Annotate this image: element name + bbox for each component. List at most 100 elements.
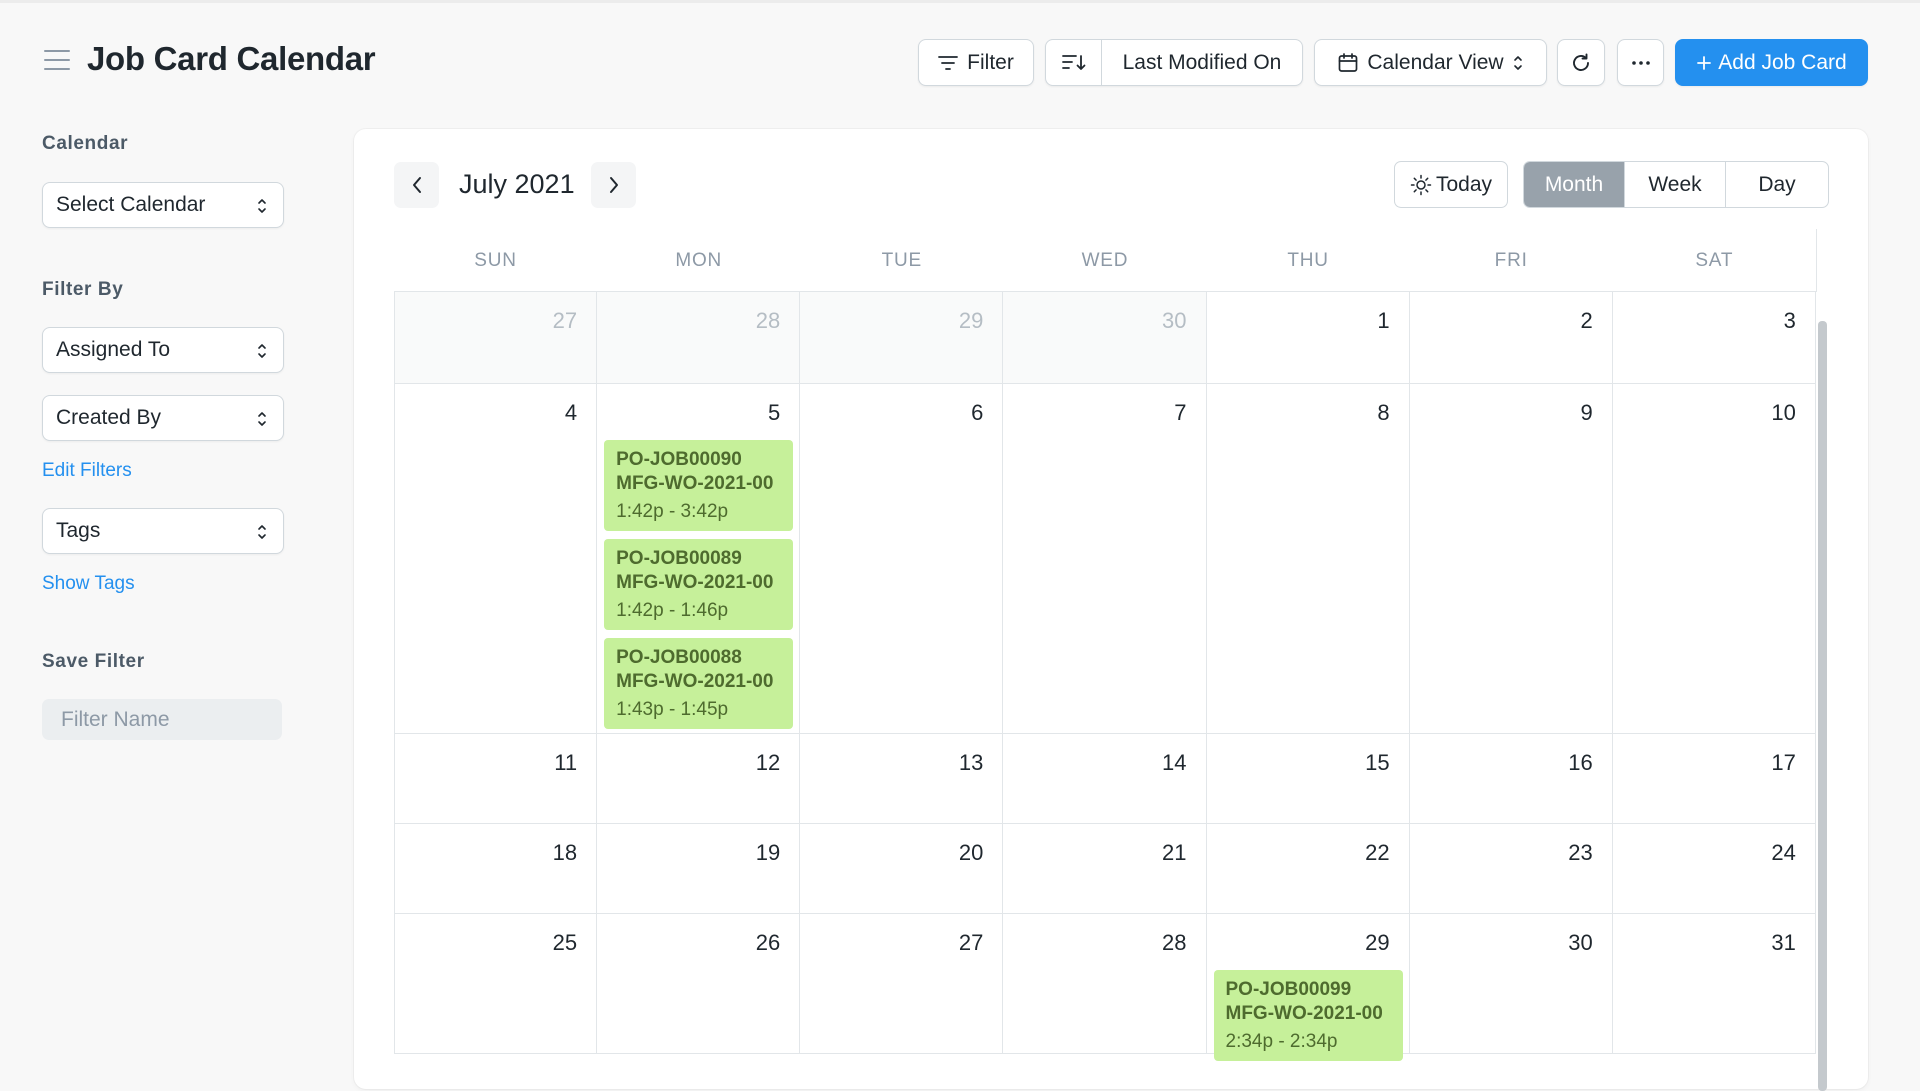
day-number: 30 bbox=[1568, 930, 1593, 955]
day-number: 9 bbox=[1580, 400, 1593, 425]
calendar-day-cell[interactable]: 24 bbox=[1613, 824, 1816, 913]
calendar-day-cell[interactable]: 28 bbox=[1003, 914, 1207, 1053]
calendar-day-cell[interactable]: 22 bbox=[1207, 824, 1410, 913]
sun-icon bbox=[1410, 174, 1432, 195]
refresh-button[interactable] bbox=[1557, 39, 1605, 86]
more-options-button[interactable] bbox=[1617, 39, 1664, 86]
calendar-day-cell[interactable]: 4 bbox=[394, 384, 598, 733]
event-title: PO-JOB00089 bbox=[616, 548, 742, 569]
day-number: 25 bbox=[552, 930, 578, 955]
job-card-event[interactable]: PO-JOB00088 MFG-WO-2021-00 1:43p - 1:45p bbox=[604, 638, 794, 729]
event-time: 1:43p - 1:45p bbox=[616, 699, 729, 720]
event-time: 2:34p - 2:34p bbox=[1225, 1031, 1338, 1052]
calendar-day-cell[interactable]: 11 bbox=[394, 734, 598, 823]
select-caret-icon bbox=[258, 344, 266, 358]
day-number: 10 bbox=[1771, 400, 1796, 425]
month-view-button[interactable]: Month bbox=[1524, 162, 1625, 207]
calendar-day-cell[interactable]: 26 bbox=[597, 914, 801, 1053]
select-caret-icon bbox=[258, 199, 266, 213]
day-number: 26 bbox=[755, 930, 781, 955]
event-subtitle: MFG-WO-2021-00 bbox=[616, 572, 774, 593]
sort-field-button[interactable]: Last Modified On bbox=[1102, 51, 1302, 75]
calendar-day-cell[interactable]: 10 bbox=[1613, 384, 1816, 733]
day-number: 21 bbox=[1162, 840, 1187, 865]
job-card-event[interactable]: PO-JOB00089 MFG-WO-2021-00 1:42p - 1:46p bbox=[604, 539, 794, 630]
calendar-day-cell[interactable]: 31 bbox=[1613, 914, 1816, 1053]
calendar-day-cell[interactable]: 25 bbox=[394, 914, 598, 1053]
calendar-day-cell[interactable]: 5 PO-JOB00090 MFG-WO-2021-00 1:42p - 3:42p P… bbox=[597, 384, 801, 733]
job-card-event[interactable]: PO-JOB00090 MFG-WO-2021-00 1:42p - 3:42p bbox=[604, 440, 794, 531]
created-by-filter[interactable]: Created By bbox=[42, 395, 284, 441]
add-job-card-button[interactable]: Add Job Card bbox=[1675, 39, 1868, 86]
filter-icon bbox=[938, 55, 959, 70]
calendar-day-cell[interactable]: 30 bbox=[1410, 914, 1613, 1053]
calendar-day-cell[interactable]: 7 bbox=[1003, 384, 1207, 733]
day-number: 2 bbox=[1580, 308, 1593, 333]
calendar-day-cell[interactable]: 13 bbox=[800, 734, 1004, 823]
page-header: Job Card Calendar Filter Last Modified O… bbox=[0, 28, 1920, 94]
calendar-day-cell[interactable]: 8 bbox=[1207, 384, 1410, 733]
day-number: 27 bbox=[552, 308, 578, 333]
day-view-button[interactable]: Day bbox=[1726, 162, 1828, 207]
calendar-day-cell[interactable]: 14 bbox=[1003, 734, 1207, 823]
calendar-day-cell[interactable]: 18 bbox=[394, 824, 598, 913]
filter-button[interactable]: Filter bbox=[918, 39, 1034, 86]
calendar-day-cell[interactable]: 15 bbox=[1207, 734, 1410, 823]
sort-direction-button[interactable] bbox=[1046, 40, 1102, 85]
filter-button-label: Filter bbox=[967, 50, 1014, 74]
day-number: 18 bbox=[552, 840, 578, 865]
view-switcher-button[interactable]: Calendar View bbox=[1314, 39, 1547, 86]
calendar-day-cell[interactable]: 3 bbox=[1613, 292, 1816, 383]
calendar-day-cell[interactable]: 19 bbox=[597, 824, 801, 913]
job-card-event[interactable]: PO-JOB00099 MFG-WO-2021-00 2:34p - 2:34p bbox=[1213, 970, 1403, 1061]
previous-month-button[interactable] bbox=[394, 162, 439, 208]
next-month-button[interactable] bbox=[591, 162, 636, 208]
event-subtitle: MFG-WO-2021-00 bbox=[616, 671, 774, 692]
calendar-day-cell[interactable]: 28 bbox=[597, 292, 801, 383]
calendar-day-cell[interactable]: 27 bbox=[800, 914, 1004, 1053]
calendar-card: July 2021 Today Month Week Day SUN MON T… bbox=[354, 129, 1868, 1091]
calendar-day-cell[interactable]: 27 bbox=[394, 292, 598, 383]
chevron-left-icon bbox=[412, 177, 421, 193]
calendar-day-cell[interactable]: 23 bbox=[1410, 824, 1613, 913]
calendar-day-cell[interactable]: 29 bbox=[800, 292, 1004, 383]
calendar-day-cell[interactable]: 12 bbox=[597, 734, 801, 823]
select-calendar-dropdown[interactable]: Select Calendar bbox=[42, 182, 284, 228]
week-view-button[interactable]: Week bbox=[1625, 162, 1726, 207]
day-number: 8 bbox=[1377, 400, 1390, 425]
calendar-view-toggle: Month Week Day bbox=[1523, 161, 1829, 208]
calendar-icon bbox=[1339, 52, 1358, 72]
today-button[interactable]: Today bbox=[1394, 161, 1508, 208]
calendar-day-cell[interactable]: 21 bbox=[1003, 824, 1207, 913]
calendar-day-cell[interactable]: 9 bbox=[1410, 384, 1613, 733]
weekday-header: WED bbox=[1081, 250, 1129, 271]
day-number: 15 bbox=[1365, 750, 1390, 775]
calendar-day-cell[interactable]: 17 bbox=[1613, 734, 1816, 823]
calendar-scrollbar[interactable] bbox=[1818, 321, 1827, 1091]
event-time: 1:42p - 3:42p bbox=[616, 501, 729, 522]
weekday-header: MON bbox=[675, 250, 723, 271]
day-number: 7 bbox=[1174, 400, 1187, 425]
calendar-day-cell[interactable]: 30 bbox=[1003, 292, 1207, 383]
calendar-day-cell[interactable]: 1 bbox=[1207, 292, 1410, 383]
ellipsis-icon bbox=[1631, 60, 1650, 65]
calendar-day-cell[interactable]: 6 bbox=[800, 384, 1004, 733]
day-number: 29 bbox=[1365, 930, 1390, 955]
calendar-day-cell[interactable]: 20 bbox=[800, 824, 1004, 913]
day-number: 12 bbox=[755, 750, 781, 775]
filter-name-input[interactable] bbox=[42, 699, 282, 740]
view-switcher-label: Calendar View bbox=[1367, 50, 1504, 74]
day-number: 5 bbox=[768, 400, 781, 425]
calendar-day-cell[interactable]: 16 bbox=[1410, 734, 1613, 823]
grid-edge bbox=[1816, 229, 1817, 292]
edit-filters-link[interactable]: Edit Filters bbox=[42, 460, 132, 482]
top-border bbox=[0, 0, 1920, 3]
show-tags-link[interactable]: Show Tags bbox=[42, 573, 135, 595]
assigned-to-filter[interactable]: Assigned To bbox=[42, 327, 284, 373]
tags-filter[interactable]: Tags bbox=[42, 508, 284, 554]
calendar-week-row: 18 19 20 21 22 23 24 bbox=[394, 824, 1816, 914]
calendar-day-cell[interactable]: 2 bbox=[1410, 292, 1613, 383]
day-number: 20 bbox=[958, 840, 984, 865]
hamburger-menu-icon[interactable] bbox=[44, 50, 72, 72]
calendar-day-cell[interactable]: 29 PO-JOB00099 MFG-WO-2021-00 2:34p - 2:34p bbox=[1207, 914, 1410, 1061]
